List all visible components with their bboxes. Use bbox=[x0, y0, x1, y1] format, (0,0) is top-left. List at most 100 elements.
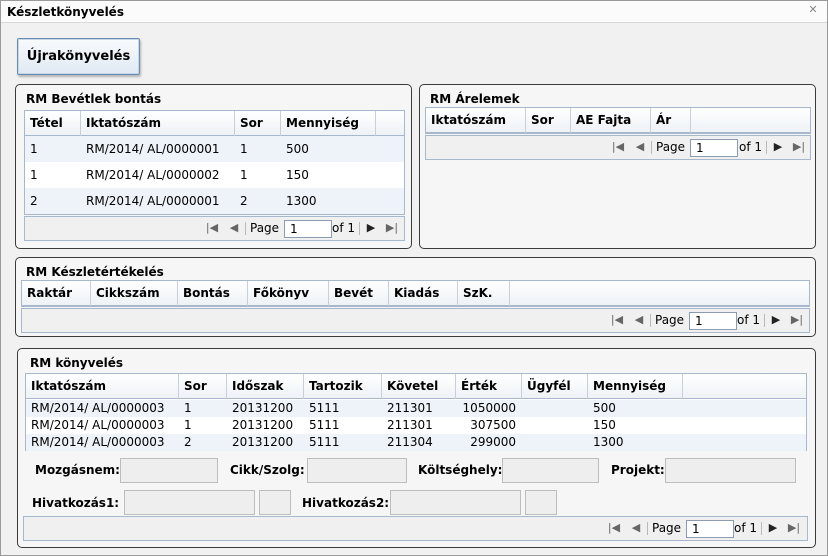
cell: 1050000 bbox=[462, 401, 516, 415]
column-header[interactable]: SzK. bbox=[458, 281, 510, 306]
column-header[interactable]: Mennyiség bbox=[281, 111, 376, 136]
grid-header: Iktatószám Sor Időszak Tartozik Követel … bbox=[26, 374, 806, 399]
table-row[interactable]: RM/2014/ AL/0000003 1 20131200 5111 2113… bbox=[26, 417, 806, 434]
last-page-icon[interactable]: ▶| bbox=[385, 221, 399, 235]
cell: 307500 bbox=[470, 418, 516, 432]
grid-header: Iktatószám Sor AE Fajta Ár bbox=[426, 108, 810, 133]
cell: RM/2014/ AL/0000003 bbox=[31, 401, 165, 415]
cell: 20131200 bbox=[232, 435, 294, 449]
column-header[interactable]: Érték bbox=[456, 374, 522, 399]
window-title: Készletkönyvelés bbox=[7, 5, 124, 19]
column-header[interactable]: Sor bbox=[526, 108, 571, 133]
table-row[interactable]: RM/2014/ AL/0000003 1 20131200 5111 2113… bbox=[26, 400, 806, 417]
konyveles-grid: Iktatószám Sor Időszak Tartozik Követel … bbox=[25, 373, 807, 451]
title-bar: Készletkönyvelés ✕ bbox=[1, 1, 827, 23]
column-header-filler bbox=[376, 111, 406, 136]
cell: RM/2014/ AL/0000003 bbox=[31, 435, 165, 449]
projekt-label: Projekt: bbox=[611, 463, 665, 477]
column-header[interactable]: Ár bbox=[651, 108, 691, 133]
pager-separator bbox=[650, 314, 651, 327]
panel-title: RM könyvelés bbox=[30, 356, 123, 370]
page-input[interactable]: 1 bbox=[690, 139, 738, 157]
column-header[interactable]: Kiadás bbox=[389, 281, 458, 306]
page-count: of 1 bbox=[739, 140, 763, 154]
rebook-button[interactable]: Újrakönyvelés bbox=[17, 38, 140, 75]
cell: 211304 bbox=[387, 435, 433, 449]
panel-title: RM Bevétlek bontás bbox=[26, 92, 162, 106]
hivatkozas1-button[interactable] bbox=[259, 490, 291, 515]
page-input[interactable]: 1 bbox=[284, 220, 332, 238]
column-header[interactable]: Bontás bbox=[178, 281, 248, 306]
panel-title: RM Árelemek bbox=[430, 92, 520, 106]
column-header[interactable]: Sor bbox=[235, 111, 281, 136]
first-page-icon[interactable]: |◀ bbox=[607, 521, 621, 535]
projekt-field[interactable] bbox=[665, 458, 796, 483]
cell: RM/2014/ AL/0000001 bbox=[86, 142, 220, 156]
pager-separator bbox=[766, 141, 767, 154]
prev-page-icon[interactable]: ◀ bbox=[227, 221, 241, 235]
cell: 1300 bbox=[286, 194, 317, 208]
panel-title: RM Készletértékelés bbox=[26, 265, 164, 279]
arelemek-grid: Iktatószám Sor AE Fajta Ár bbox=[425, 107, 811, 134]
page-input[interactable]: 1 bbox=[686, 520, 734, 538]
column-header[interactable]: Időszak bbox=[227, 374, 304, 399]
page-input[interactable]: 1 bbox=[689, 312, 737, 330]
pager: |◀ ◀ Page 1 of 1 ▶ ▶| bbox=[23, 516, 808, 541]
cell: RM/2014/ AL/0000002 bbox=[86, 168, 220, 182]
cell: 1 bbox=[184, 401, 192, 415]
koltseghely-field[interactable] bbox=[502, 458, 599, 483]
last-page-icon[interactable]: ▶| bbox=[787, 521, 801, 535]
prev-page-icon[interactable]: ◀ bbox=[633, 140, 647, 154]
page-label: Page bbox=[250, 221, 280, 235]
column-header[interactable]: Iktatószám bbox=[81, 111, 235, 136]
cikk-szolg-field[interactable] bbox=[307, 458, 407, 483]
cell: 1 bbox=[240, 168, 248, 182]
column-header[interactable]: Raktár bbox=[22, 281, 91, 306]
prev-page-icon[interactable]: ◀ bbox=[629, 521, 643, 535]
hivatkozas2-field[interactable] bbox=[390, 490, 521, 515]
next-page-icon[interactable]: ▶ bbox=[364, 221, 378, 235]
column-header[interactable]: Bevét bbox=[329, 281, 389, 306]
hivatkozas2-button[interactable] bbox=[525, 490, 557, 515]
table-row[interactable]: 1 RM/2014/ AL/0000001 1 500 bbox=[25, 136, 404, 162]
column-header[interactable]: Tartozik bbox=[304, 374, 382, 399]
panel-bevetelek: RM Bevétlek bontás Tétel Iktatószám Sor … bbox=[15, 84, 412, 249]
column-header[interactable]: Tétel bbox=[25, 111, 81, 136]
close-icon[interactable]: ✕ bbox=[807, 4, 819, 16]
column-header[interactable]: Iktatószám bbox=[26, 374, 179, 399]
first-page-icon[interactable]: |◀ bbox=[205, 221, 219, 235]
column-header[interactable]: Sor bbox=[179, 374, 227, 399]
last-page-icon[interactable]: ▶| bbox=[790, 313, 804, 327]
cell: 211301 bbox=[387, 401, 433, 415]
column-header[interactable]: Mennyiség bbox=[588, 374, 683, 399]
column-header[interactable]: AE Fajta bbox=[571, 108, 651, 133]
prev-page-icon[interactable]: ◀ bbox=[632, 313, 646, 327]
pager: |◀ ◀ Page 1 of 1 ▶ ▶| bbox=[425, 135, 811, 160]
hivatkozas1-field[interactable] bbox=[124, 490, 255, 515]
cell: 2 bbox=[240, 194, 248, 208]
first-page-icon[interactable]: |◀ bbox=[611, 140, 625, 154]
first-page-icon[interactable]: |◀ bbox=[610, 313, 624, 327]
column-header[interactable]: Követel bbox=[382, 374, 456, 399]
hivatkozas1-label: Hivatkozás1: bbox=[32, 496, 120, 510]
last-page-icon[interactable]: ▶| bbox=[792, 140, 806, 154]
table-row[interactable]: 1 RM/2014/ AL/0000002 1 150 bbox=[25, 162, 404, 188]
panel-keszletertekeles: RM Készletértékelés Raktár Cikkszám Bont… bbox=[15, 257, 816, 337]
table-row[interactable]: RM/2014/ AL/0000003 2 20131200 5111 2113… bbox=[26, 434, 806, 451]
column-header[interactable]: Főkönyv bbox=[248, 281, 329, 306]
column-header[interactable]: Ügyfél bbox=[522, 374, 588, 399]
next-page-icon[interactable]: ▶ bbox=[771, 140, 785, 154]
next-page-icon[interactable]: ▶ bbox=[766, 521, 780, 535]
cell: 2 bbox=[30, 194, 38, 208]
cell: 1300 bbox=[593, 435, 624, 449]
next-page-icon[interactable]: ▶ bbox=[769, 313, 783, 327]
mozgasnem-field[interactable] bbox=[120, 458, 218, 483]
cell: RM/2014/ AL/0000003 bbox=[31, 418, 165, 432]
column-header[interactable]: Cikkszám bbox=[91, 281, 178, 306]
window: Készletkönyvelés ✕ Újrakönyvelés RM Bevé… bbox=[0, 0, 828, 556]
page-count: of 1 bbox=[332, 221, 356, 235]
pager-separator bbox=[651, 141, 652, 154]
column-header[interactable]: Iktatószám bbox=[426, 108, 526, 133]
cell: 20131200 bbox=[232, 418, 294, 432]
table-row[interactable]: 2 RM/2014/ AL/0000001 2 1300 bbox=[25, 188, 404, 214]
